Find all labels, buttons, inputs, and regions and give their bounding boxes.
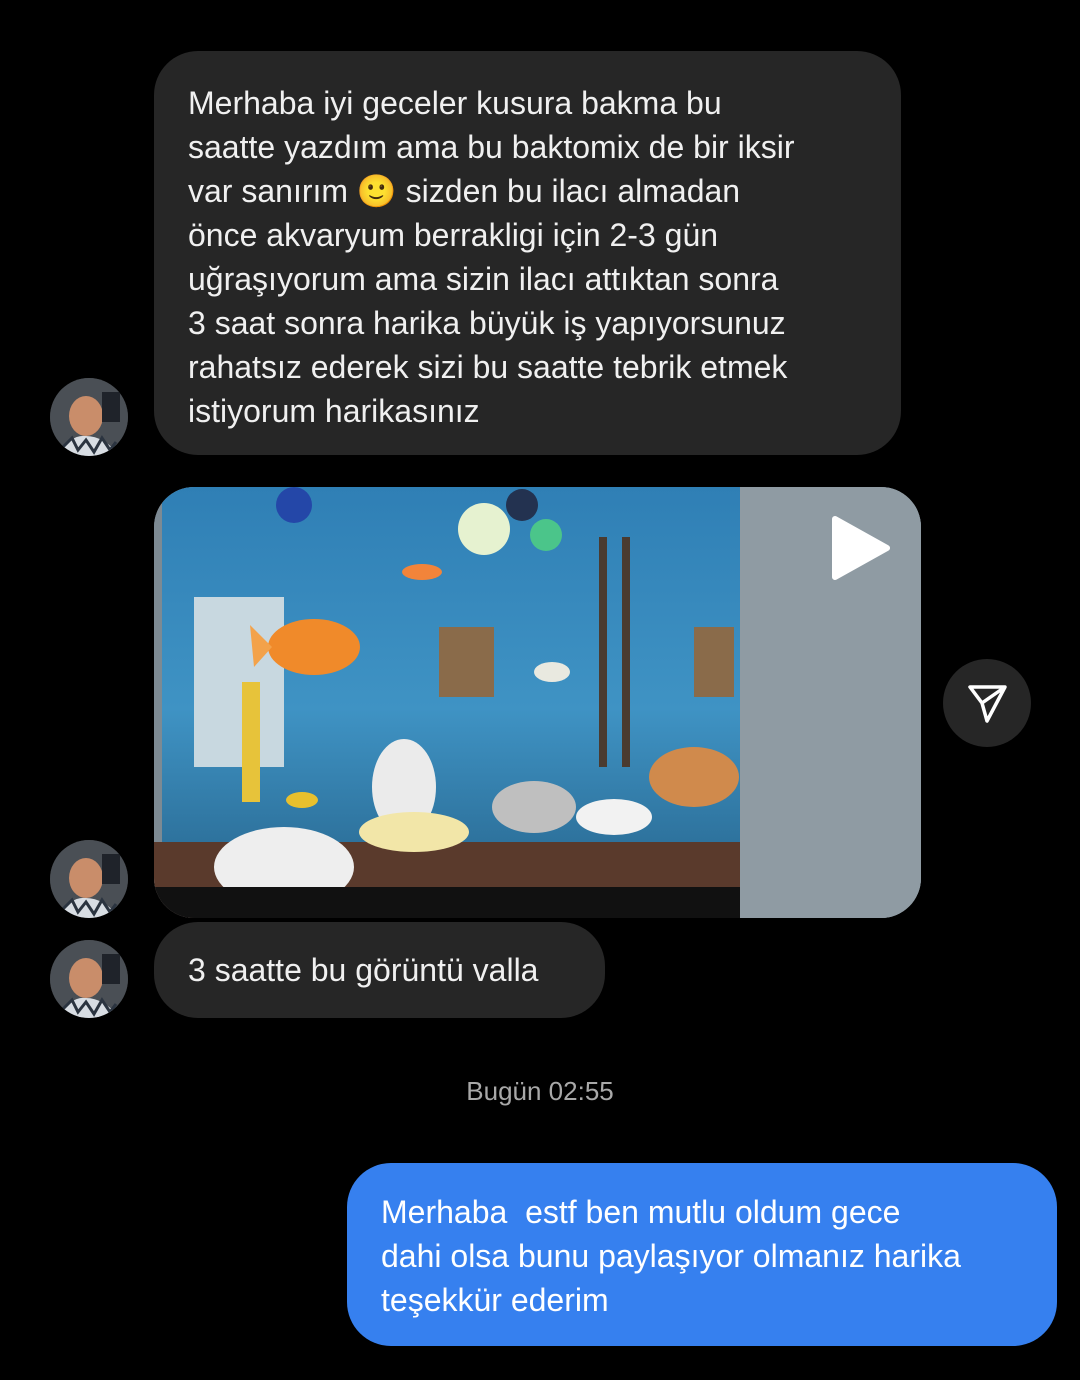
avatar-photo [50, 378, 128, 456]
share-button[interactable] [943, 659, 1031, 747]
contact-avatar[interactable] [50, 378, 128, 456]
incoming-message-bubble[interactable]: Merhaba iyi geceler kusura bakma bu saat… [154, 51, 901, 455]
message-text: Merhaba iyi geceler kusura bakma bu saat… [188, 85, 795, 429]
contact-avatar[interactable] [50, 840, 128, 918]
message-text: Merhaba estf ben mutlu oldum gece dahi o… [381, 1194, 961, 1318]
send-icon [968, 685, 1007, 723]
outgoing-message-bubble[interactable]: Merhaba estf ben mutlu oldum gece dahi o… [347, 1163, 1057, 1346]
message-text: 3 saatte bu görüntü valla [188, 952, 539, 988]
message-timestamp: Bugün 02:55 [466, 1076, 614, 1106]
avatar-photo [50, 840, 128, 918]
avatar-photo [50, 940, 128, 1018]
contact-avatar[interactable] [50, 940, 128, 1018]
aquarium-video-thumbnail [154, 487, 921, 918]
video-message[interactable] [154, 487, 921, 918]
play-icon[interactable] [831, 515, 891, 581]
incoming-message-bubble[interactable]: 3 saatte bu görüntü valla [154, 922, 605, 1018]
